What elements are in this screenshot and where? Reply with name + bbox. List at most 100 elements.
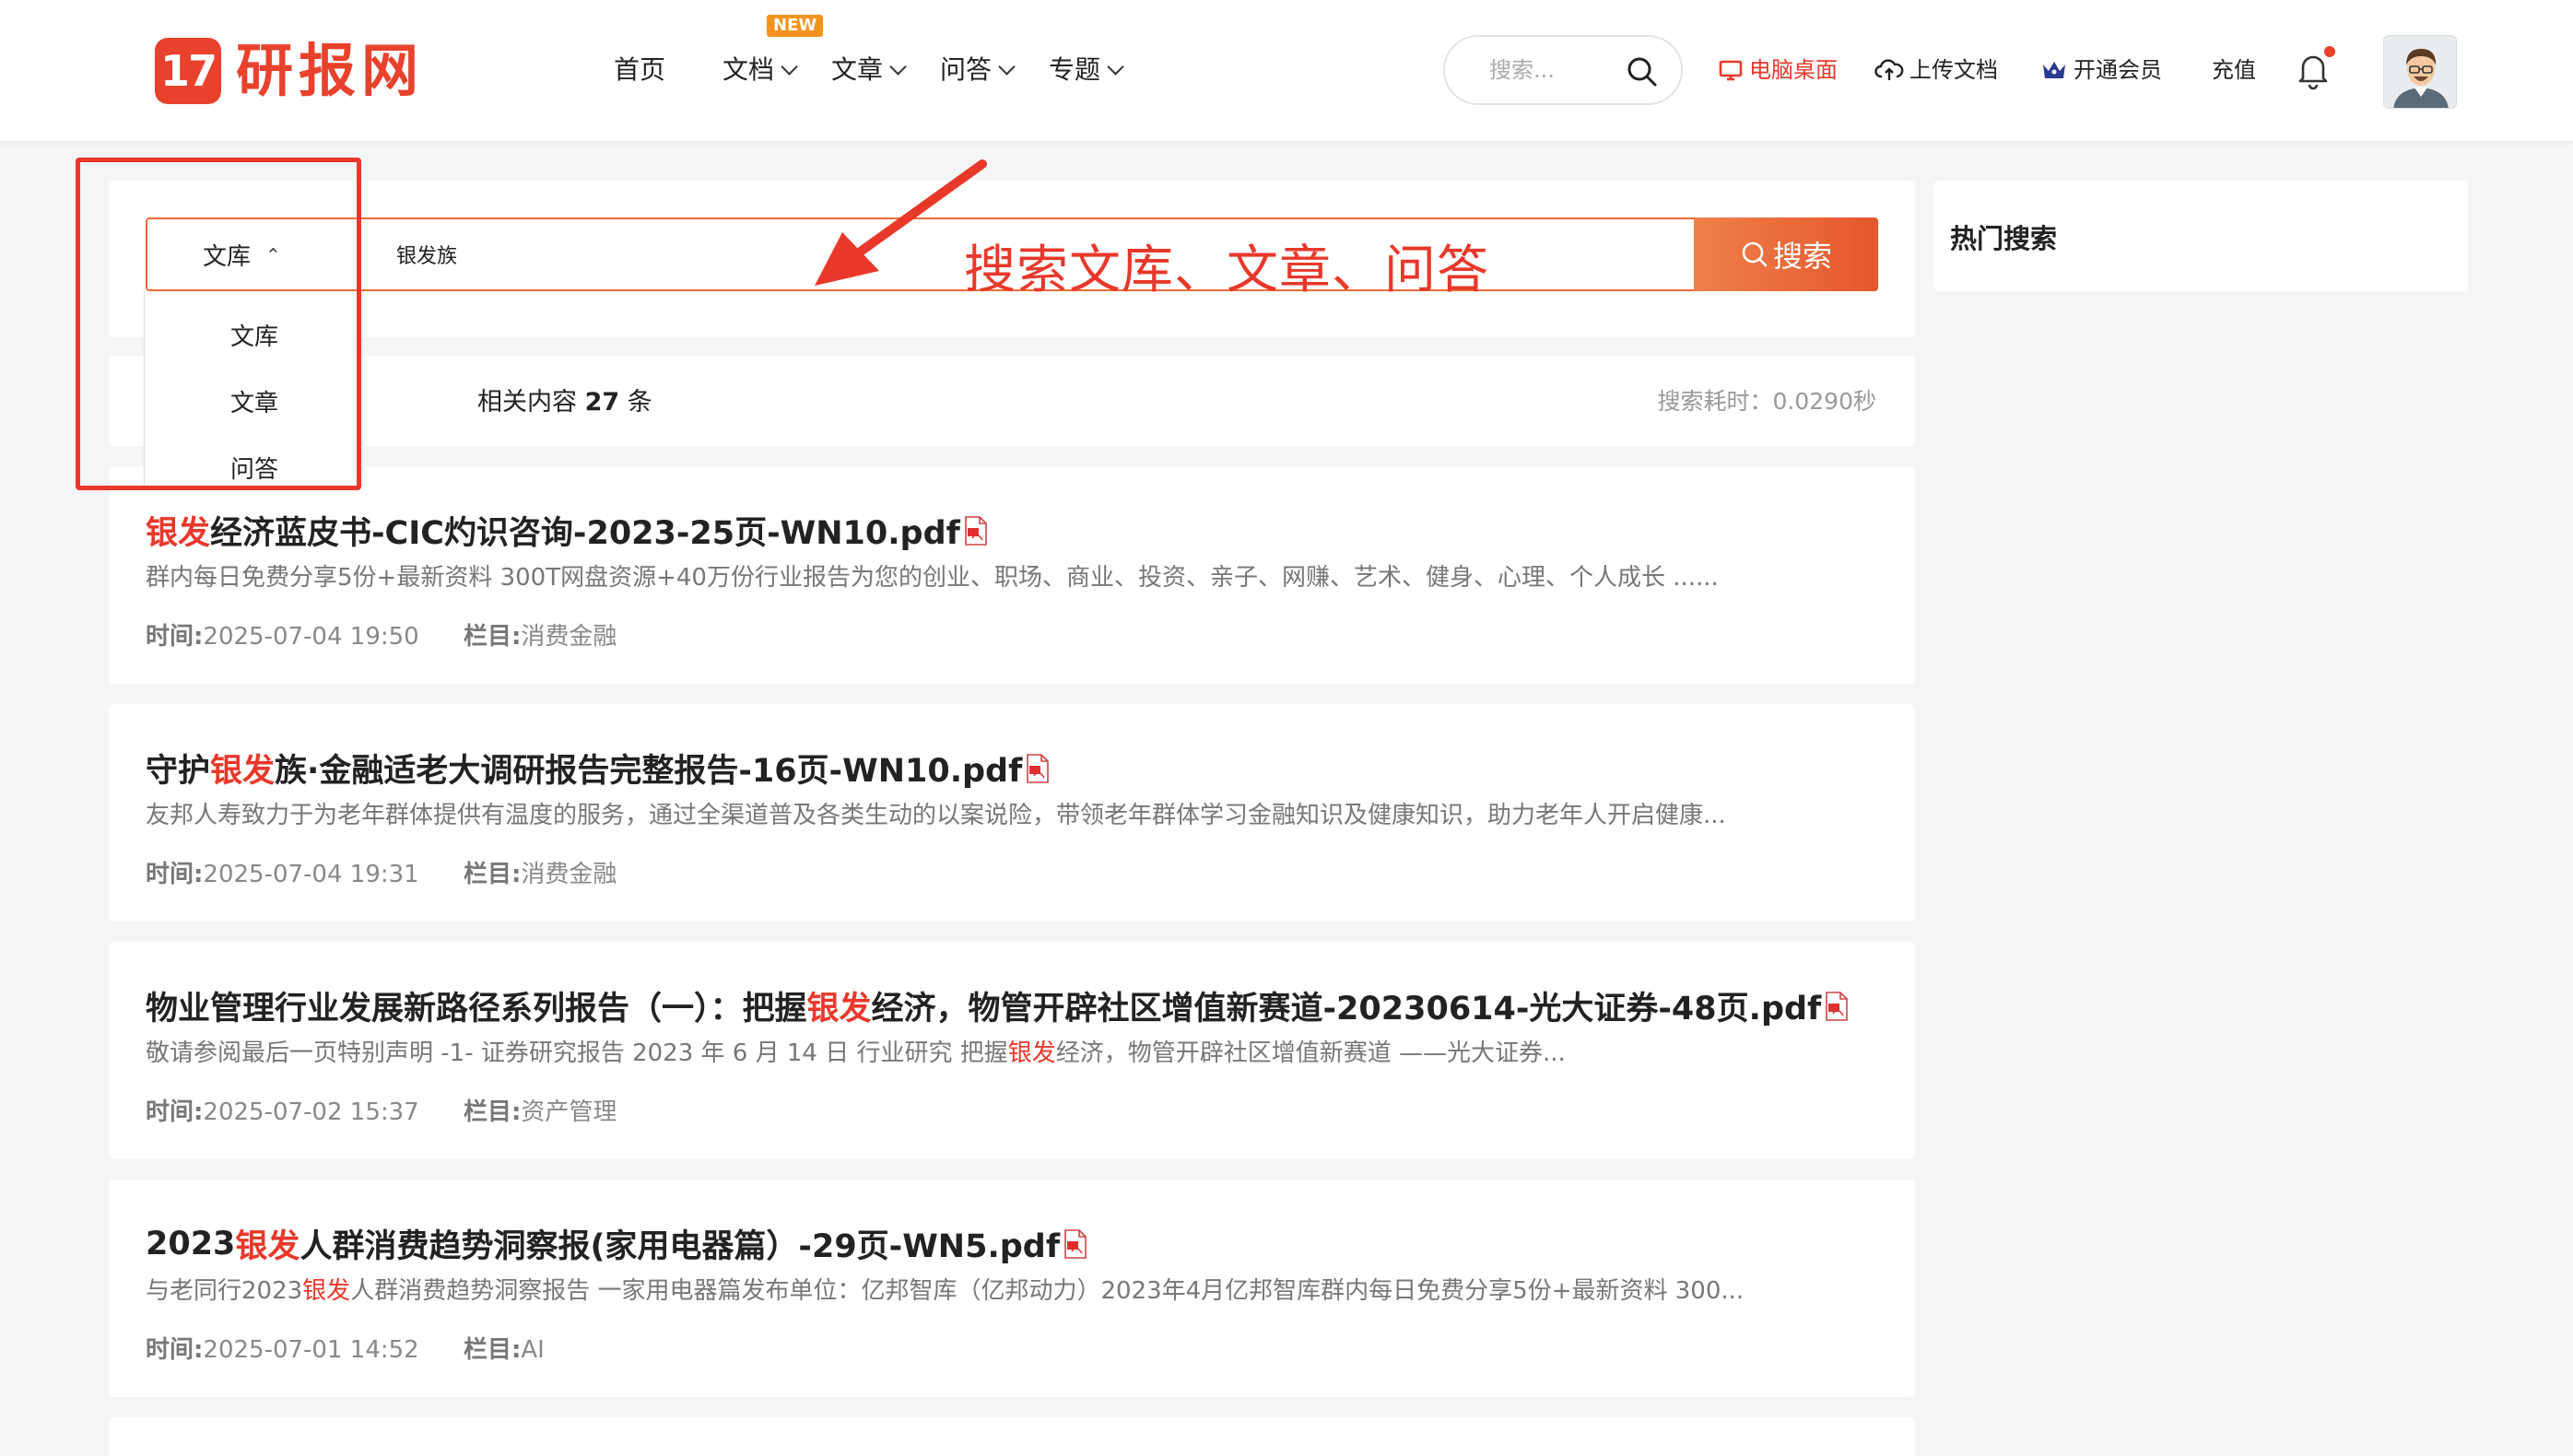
nav-home[interactable]: 首页 [614,50,665,90]
annotation-text: 搜索文库、文章、问答 [964,241,1489,300]
dropdown-option-articles[interactable]: 文章 [145,385,364,422]
result-item[interactable]: 2023 银发 人群消费趋势洞察报(家用电器篇）-29页-WN5.pdf 与老同行2… [109,1180,1915,1397]
result-count: 相关内容 27 条 [477,382,652,417]
title-highlight: 银发 [235,1228,300,1265]
desktop-link[interactable]: 电脑桌面 [1718,52,1838,88]
search-icon [1742,241,1768,267]
logo-badge: 17 [155,38,221,104]
upload-link-label: 上传文档 [1909,57,1998,83]
pdf-icon [1064,1228,1087,1259]
title-text: 2023 [146,1225,236,1262]
time-label: 时间: [146,1336,204,1364]
pdf-icon [1027,753,1050,783]
desc-text: 经济，物管开辟社区增值新赛道 ——光大证券... [1055,1039,1566,1067]
result-column[interactable]: 消费金融 [521,623,617,651]
logo-text: 研报网 [236,37,425,104]
new-badge: NEW [767,15,824,37]
title-text: 经济，物管开辟社区增值新赛道-20230614-光大证券-48页.pdf [871,991,1822,1027]
chevron-down-icon [998,58,1016,76]
result-count-prefix: 相关内容 [477,388,577,417]
result-description: 友邦人寿致力于为老年群体提供有温度的服务，通过全渠道普及各类生动的以案说险，带领… [146,796,1726,830]
dropdown-option-library[interactable]: 文库 [145,319,364,356]
pdf-icon [965,515,987,546]
desc-text: 友邦人寿致力于为老年群体提供有温度的服务，通过全渠道普及各类生动的以案说险，带领… [146,802,1726,829]
upload-link[interactable]: 上传文档 [1874,52,1998,88]
vip-link-label: 开通会员 [2074,57,2162,83]
desc-text: 群内每日免费分享5份+最新资料 300T网盘资源+40万份行业报告为您的创业、职… [146,564,1719,592]
result-meta: 时间:2025-07-01 14:52 栏目:AI [146,1331,545,1365]
pdf-icon [1826,991,1849,1021]
title-text: 守护 [146,753,211,790]
search-button[interactable]: 搜索 [1694,217,1878,291]
title-text: 物业管理行业发展新路径系列报告（一）：把握 [146,991,807,1027]
chevron-up-icon: ⌄ [265,243,281,265]
avatar-image [2384,36,2456,108]
result-title[interactable]: 银发 经济蓝皮书-CIC灼识咨询-2023-25页-WN10.pdf [146,507,988,554]
desc-highlight: 银发 [1007,1039,1056,1067]
nav-documents[interactable]: 文档 [723,50,798,90]
vip-link[interactable]: 开通会员 [2040,52,2162,88]
desc-text: 敬请参阅最后一页特别声明 -1- 证券研究报告 2023 年 6 月 14 日 … [146,1039,1008,1067]
title-text: 族·金融适老大调研报告完整报告-16页-WN10.pdf [275,753,1023,790]
result-item[interactable]: 银发 经济蓝皮书-CIC灼识咨询-2023-25页-WN10.pdf 群内每日免费… [109,466,1915,684]
search-icon[interactable] [1626,55,1659,88]
title-text: 经济蓝皮书-CIC灼识咨询-2023-25页-WN10.pdf [210,515,960,552]
result-count-value: 27 [584,388,620,417]
chevron-down-icon [889,58,907,76]
search-type-selected: 文库 [203,242,252,271]
search-button-label: 搜索 [1772,239,1832,274]
site-logo[interactable]: 17 研报网 [155,36,424,106]
cloud-upload-icon [1874,59,1904,80]
result-description: 群内每日免费分享5份+最新资料 300T网盘资源+40万份行业报告为您的创业、职… [146,558,1719,593]
desktop-link-label: 电脑桌面 [1749,57,1838,83]
column-label: 栏目: [463,1336,522,1364]
header-search-input[interactable] [1489,52,1627,88]
column-label: 栏目: [463,623,522,651]
crown-icon [2043,62,2065,78]
result-column[interactable]: 消费金融 [521,861,617,888]
result-title[interactable]: 守护 银发 族·金融适老大调研报告完整报告-16页-WN10.pdf [146,745,1050,792]
result-meta: 时间:2025-07-04 19:31 栏目:消费金融 [146,855,617,889]
time-label: 时间: [146,623,204,651]
result-title[interactable]: 2023 银发 人群消费趋势洞察报(家用电器篇）-29页-WN5.pdf [146,1220,1087,1267]
header-search [1443,35,1683,105]
result-time: 2025-07-01 14:52 [203,1336,419,1364]
nav-qa[interactable]: 问答 [940,50,1016,90]
nav-documents-label: 文档 [723,54,775,85]
result-column[interactable]: AI [521,1336,544,1364]
desc-text: 人群消费趋势洞察报告 一家用电器篇发布单位：亿邦智库（亿邦动力）2023年4月亿… [350,1277,1745,1305]
result-item[interactable]: 守护 银发 族·金融适老大调研报告完整报告-16页-WN10.pdf 友邦人寿致力于… [109,704,1915,922]
title-highlight: 银发 [806,991,872,1027]
dropdown-option-qa[interactable]: 问答 [145,452,364,488]
title-highlight: 银发 [210,753,276,790]
result-column[interactable]: 资产管理 [521,1098,617,1126]
search-timing: 搜索耗时：0.0290秒 [1657,388,1876,415]
notification-dot [2324,46,2335,57]
nav-articles[interactable]: 文章 [831,50,907,90]
avatar[interactable] [2383,35,2457,109]
recharge-link-label: 充值 [2212,57,2256,83]
chevron-down-icon [781,58,798,76]
search-type-select[interactable]: 文库 ⌄ [147,219,369,289]
result-count-suffix: 条 [627,388,652,417]
desc-highlight: 银发 [302,1277,351,1305]
result-time: 2025-07-04 19:31 [203,861,419,888]
hot-search-card: 热门搜索 [1933,181,2468,291]
time-label: 时间: [146,861,204,888]
result-meta: 时间:2025-07-04 19:50 栏目:消费金融 [146,617,617,652]
hot-search-title: 热门搜索 [1950,223,2058,254]
title-highlight: 银发 [146,515,211,552]
desc-text: 与老同行2023 [146,1277,303,1305]
result-item[interactable] [109,1417,1915,1456]
recharge-link[interactable]: 充值 [2212,52,2256,88]
result-item[interactable]: 物业管理行业发展新路径系列报告（一）：把握 银发 经济，物管开辟社区增值新赛道-20… [109,942,1915,1159]
monitor-icon [1719,60,1743,81]
nav-topics[interactable]: 专题 [1049,50,1124,90]
time-label: 时间: [146,1098,204,1126]
nav-home-label: 首页 [614,54,666,85]
nav-qa-label: 问答 [940,54,993,85]
nav-articles-label: 文章 [831,54,884,85]
result-time: 2025-07-02 15:37 [203,1098,419,1126]
result-title[interactable]: 物业管理行业发展新路径系列报告（一）：把握 银发 经济，物管开辟社区增值新赛道-20… [146,982,1849,1029]
top-header: 17 研报网 首页 文档 文章 问答 专题 NEW 搜索... 电脑桌面 上传文… [0,0,2573,141]
